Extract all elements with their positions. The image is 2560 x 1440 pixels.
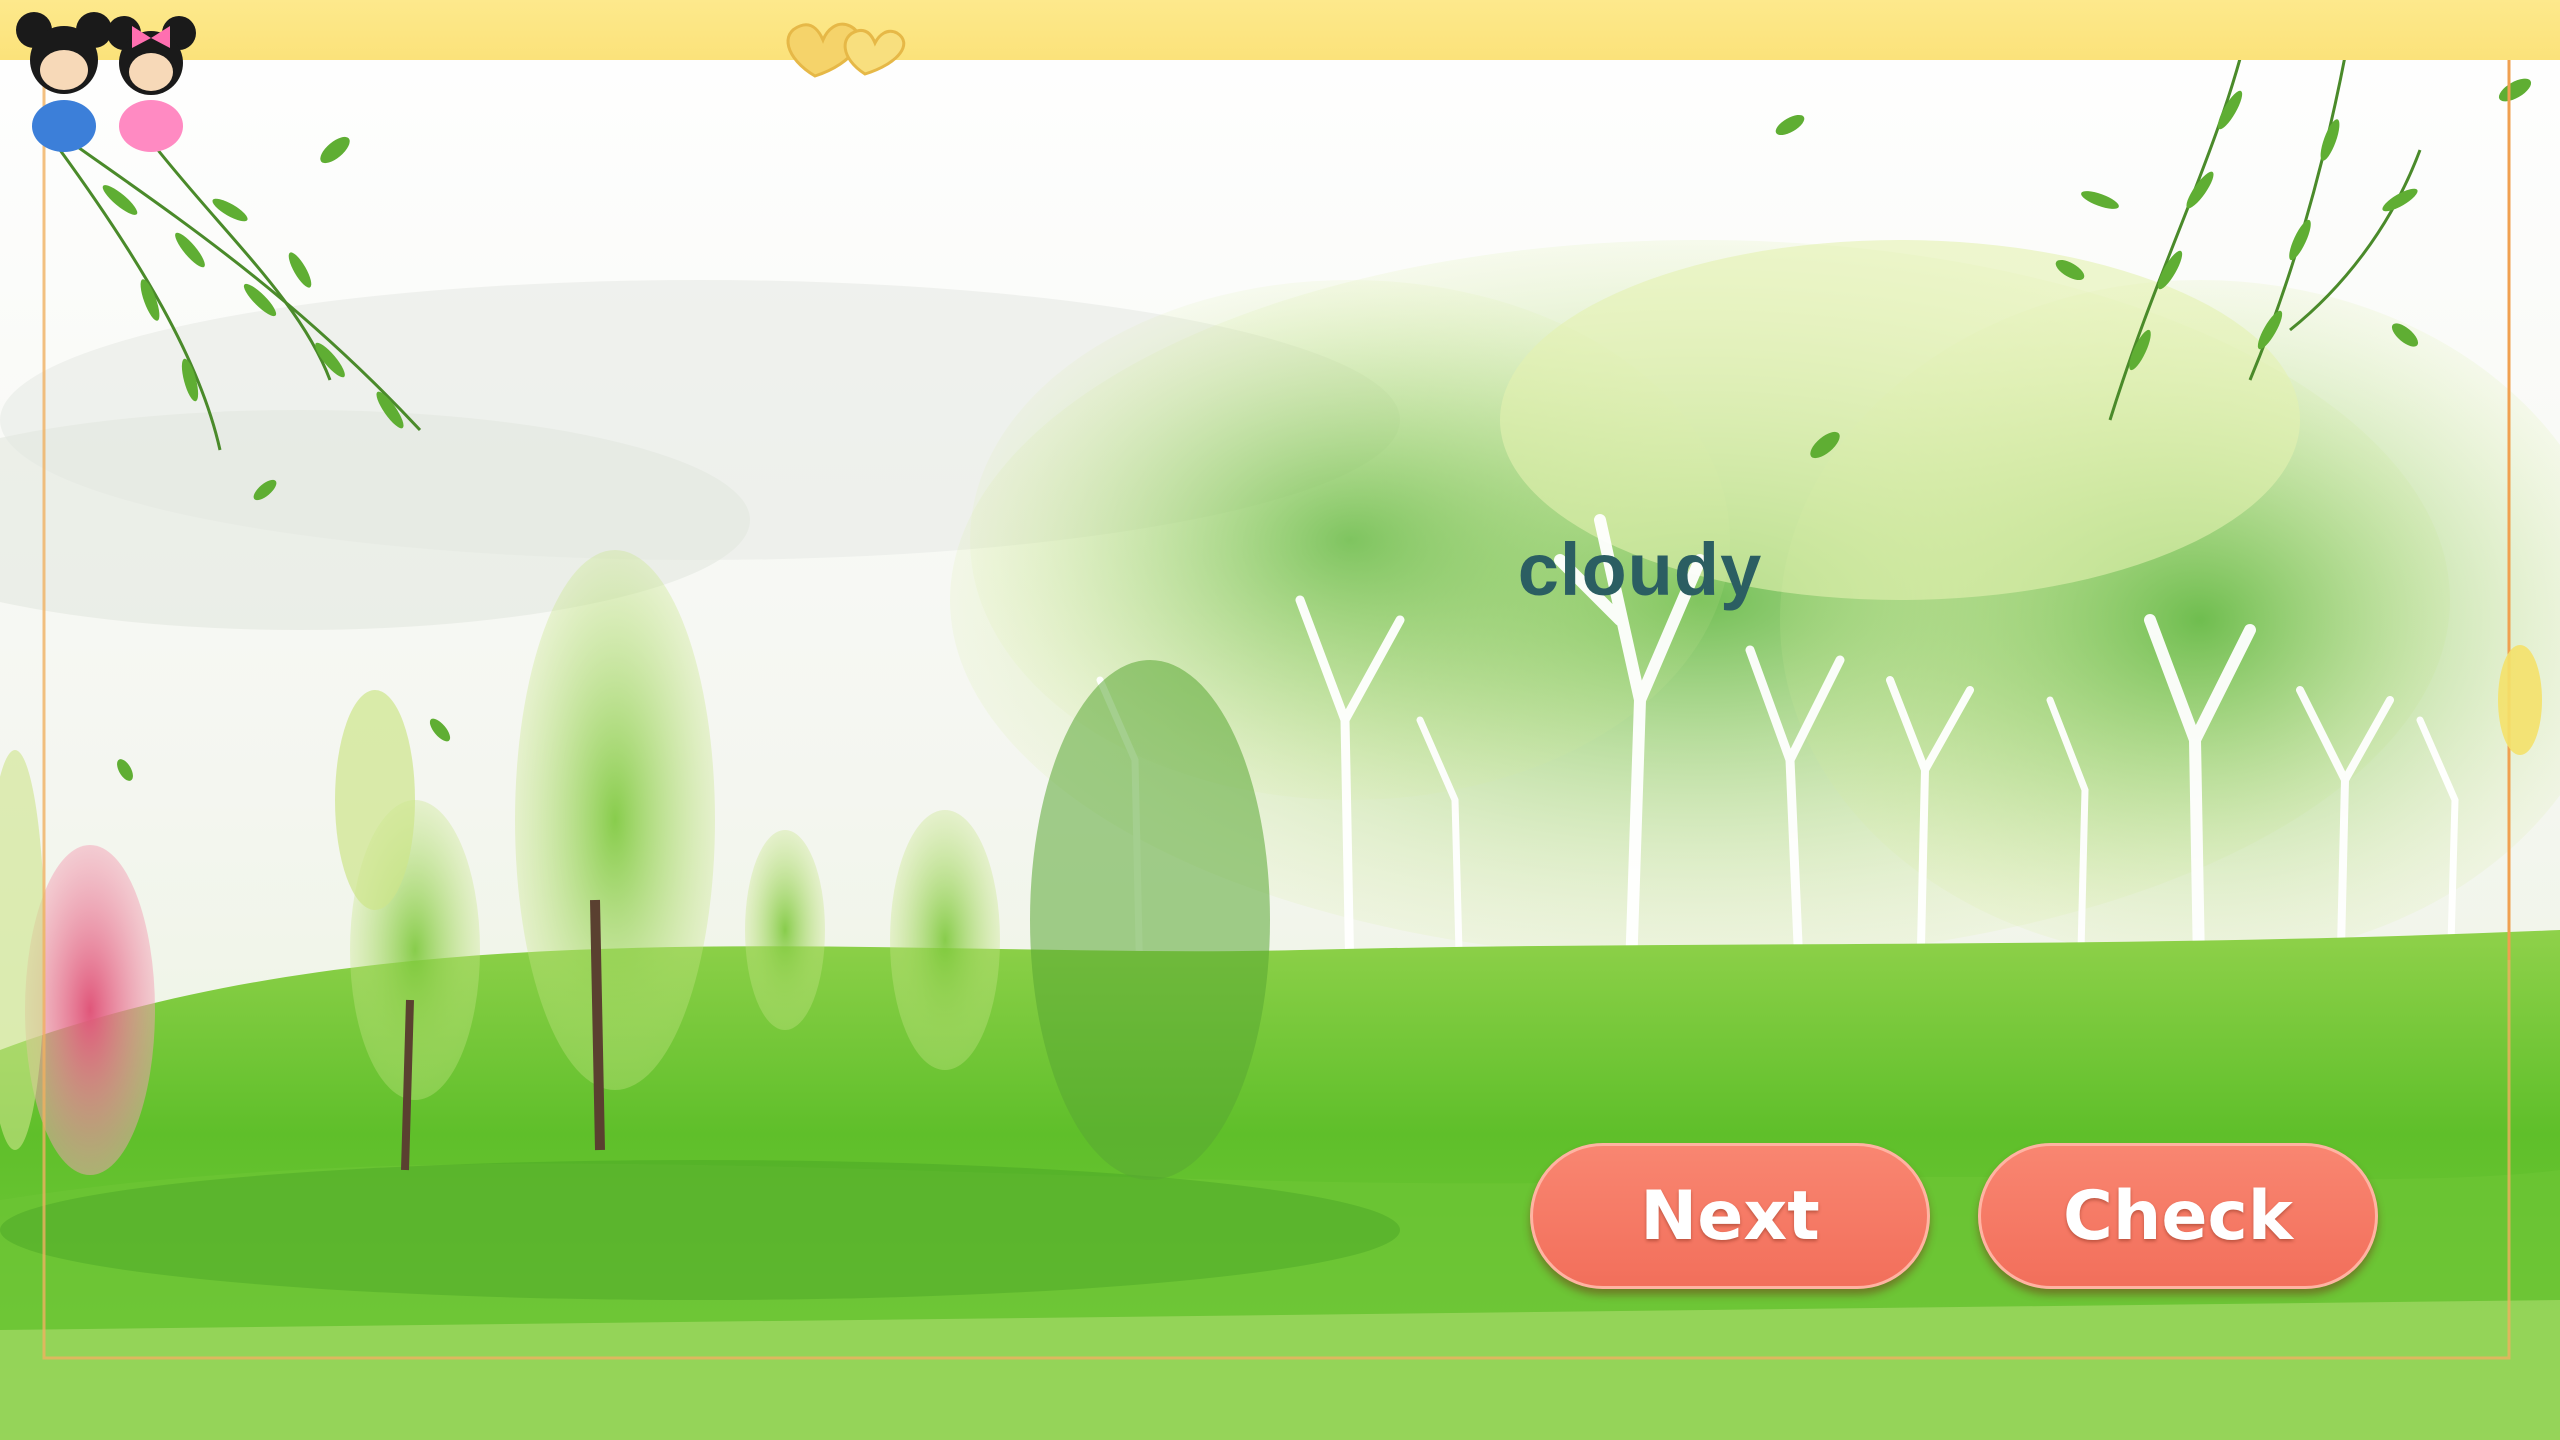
check-button[interactable]: Check [1978,1143,2378,1289]
top-frame-border [0,0,2560,60]
vocabulary-word: cloudy [1517,528,1763,611]
hearts-ornament-icon [786,22,906,78]
lesson-slide: cloudy Next Check [0,0,2560,1440]
mickey-minnie-icon [16,12,196,152]
next-button[interactable]: Next [1530,1143,1930,1289]
